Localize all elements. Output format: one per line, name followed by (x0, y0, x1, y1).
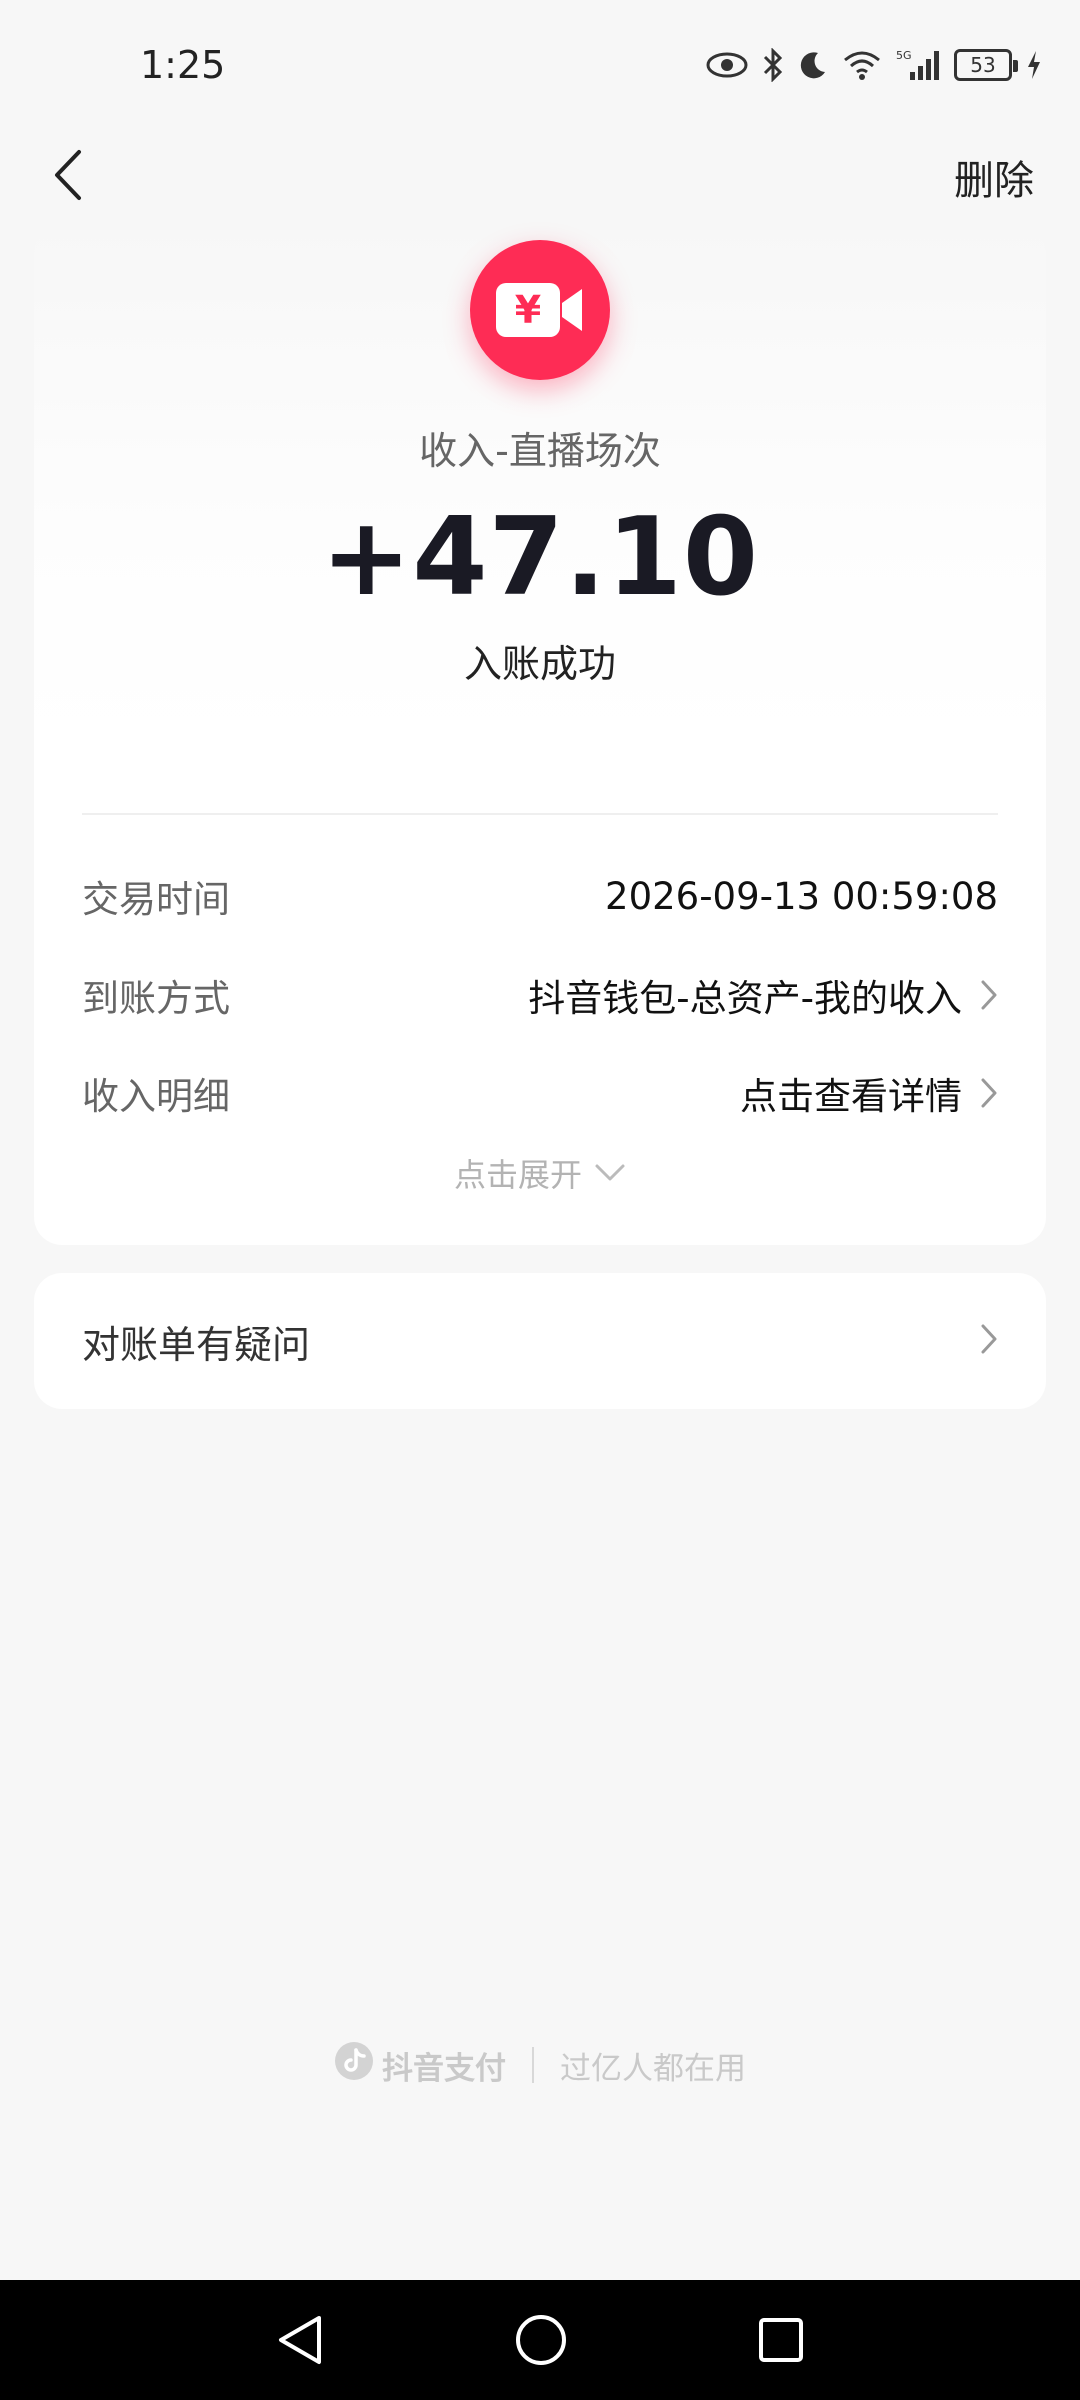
network-type: 5G (896, 49, 912, 62)
income-type: 收入-直播场次 (419, 429, 661, 473)
battery-level: 53 (970, 53, 996, 77)
triangle-back-icon (278, 2316, 321, 2364)
douyin-logo-icon (334, 2041, 374, 2089)
live-income-icon: ¥ (470, 240, 610, 380)
transaction-amount: +47.10 (320, 495, 760, 620)
system-nav-bar (0, 2280, 1080, 2400)
detail-value[interactable]: 抖音钱包-总资产-我的收入 (528, 968, 998, 1022)
status-icons: 5G 53 (706, 48, 1042, 82)
detail-row-income-breakdown[interactable]: 收入明细 点击查看详情 (82, 1058, 998, 1128)
charging-icon (1026, 50, 1042, 80)
transaction-time: 2026-09-13 00:59:08 (605, 874, 998, 918)
view-details-link[interactable]: 点击查看详情 (740, 1066, 962, 1120)
status-time: 1:25 (140, 43, 226, 87)
status-bar: 1:25 5G 53 (0, 0, 1080, 130)
detail-row-method[interactable]: 到账方式 抖音钱包-总资产-我的收入 (82, 960, 998, 1030)
footer-brand: 抖音支付 过亿人都在用 (0, 2040, 1080, 2090)
chevron-right-icon (980, 1077, 998, 1109)
square-recents-icon (759, 2318, 804, 2362)
transaction-detail-page: 1:25 5G 53 删除 ¥ 收入-直播场次 +47.10 入账成功 交易时间… (0, 0, 1080, 2400)
chevron-right-icon (980, 979, 998, 1011)
top-nav: 删除 (0, 130, 1080, 220)
battery-icon: 53 (954, 49, 1018, 81)
eye-icon (706, 51, 748, 79)
detail-row-time: 交易时间 2026-09-13 00:59:08 (82, 861, 998, 931)
brand-slogan: 过亿人都在用 (560, 2050, 746, 2087)
chevron-down-icon (594, 1163, 626, 1183)
chevron-right-icon (980, 1323, 998, 1359)
statement-question-item[interactable]: 对账单有疑问 (34, 1273, 1046, 1409)
wifi-icon (842, 50, 882, 80)
payout-method[interactable]: 抖音钱包-总资产-我的收入 (528, 968, 962, 1022)
yuan-symbol: ¥ (515, 288, 541, 332)
detail-label: 交易时间 (82, 878, 230, 921)
nav-recents-button[interactable] (757, 2316, 805, 2364)
brand-name: 抖音支付 (382, 2050, 506, 2087)
statement-question-label: 对账单有疑问 (82, 1322, 311, 1367)
detail-value: 2026-09-13 00:59:08 (605, 875, 998, 918)
divider (82, 813, 998, 815)
footer-separator (532, 2047, 534, 2083)
nav-back-button[interactable] (275, 2313, 325, 2367)
expand-label: 点击展开 (453, 1156, 582, 1194)
nav-home-button[interactable] (514, 2313, 568, 2367)
back-button[interactable] (34, 140, 104, 210)
transaction-card: ¥ 收入-直播场次 +47.10 入账成功 交易时间 2026-09-13 00… (34, 225, 1046, 1245)
moon-icon (798, 50, 828, 80)
signal-icon: 5G (896, 48, 940, 82)
detail-label: 收入明细 (82, 1075, 230, 1118)
delete-button[interactable]: 删除 (954, 148, 1034, 206)
detail-label: 到账方式 (82, 977, 230, 1020)
bluetooth-icon (762, 48, 784, 82)
expand-button[interactable]: 点击展开 (34, 1150, 1046, 1196)
transaction-status: 入账成功 (463, 642, 616, 686)
circle-home-icon (515, 2315, 566, 2365)
back-arrow-icon (55, 150, 81, 200)
detail-value[interactable]: 点击查看详情 (740, 1066, 998, 1120)
